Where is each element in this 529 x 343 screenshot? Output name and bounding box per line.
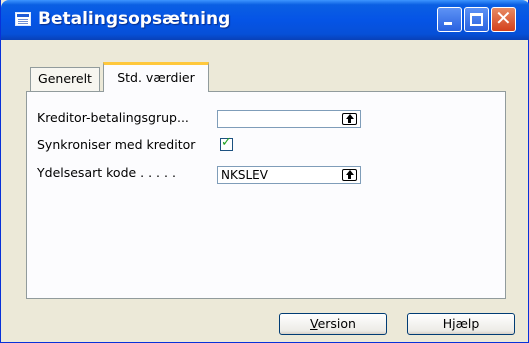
version-button-label: ersion	[317, 316, 356, 331]
tab-generelt[interactable]: Generelt	[30, 67, 100, 91]
close-icon: ✕	[495, 6, 512, 30]
version-button[interactable]: Version	[279, 313, 387, 335]
close-button[interactable]: ✕	[491, 6, 516, 32]
synkroniser-checkbox[interactable]: ✓	[220, 135, 233, 151]
ydelsesart-kode-value: NKSLEV	[221, 168, 268, 182]
tab-std-vaerdier[interactable]: Std. værdier	[103, 62, 209, 92]
minimize-icon	[444, 22, 452, 25]
lookup-arrow-icon[interactable]	[342, 169, 357, 181]
ydelsesart-kode-field[interactable]: NKSLEV	[217, 166, 361, 184]
lookup-arrow-icon[interactable]	[342, 113, 357, 125]
maximize-button[interactable]	[464, 7, 489, 32]
kreditor-betalingsgruppe-label: Kreditor-betalingsgrup...	[37, 110, 189, 125]
dialog-window: Betalingsopsætning ✕ Generelt Std. værdi…	[0, 0, 529, 343]
synkroniser-label: Synkroniser med kreditor	[37, 137, 196, 152]
form-icon	[15, 12, 31, 26]
checkmark-icon: ✓	[221, 135, 232, 150]
title-bar[interactable]: Betalingsopsætning ✕	[1, 0, 529, 40]
maximize-icon	[470, 13, 483, 26]
help-button[interactable]: Hjælp	[407, 313, 515, 335]
ydelsesart-kode-label: Ydelsesart kode . . . . .	[37, 165, 176, 180]
window-title: Betalingsopsætning	[38, 9, 231, 29]
version-button-accesskey: V	[310, 316, 318, 331]
kreditor-betalingsgruppe-field[interactable]	[217, 110, 361, 128]
minimize-button[interactable]	[437, 7, 462, 32]
